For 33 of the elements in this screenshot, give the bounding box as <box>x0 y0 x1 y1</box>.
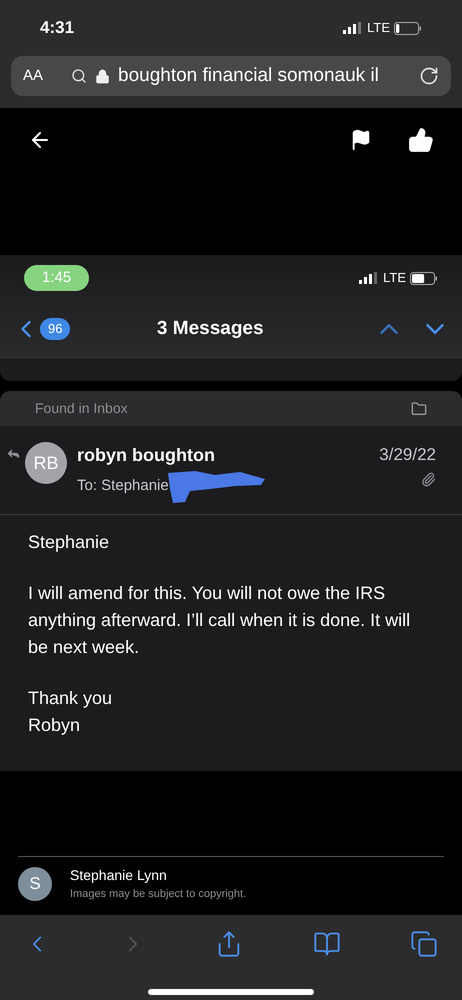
network-label: LTE <box>383 269 406 288</box>
source-avatar: S <box>18 866 52 901</box>
bookmarks-icon[interactable] <box>312 930 340 958</box>
message-paragraph: Stephanie <box>28 531 110 554</box>
battery-icon <box>394 22 422 34</box>
status-time: 4:31 <box>40 17 74 40</box>
message-paragraph: I will amend for this. You will not owe the IRS anything afterward. I’ll call when it is done. It will be next week. <box>28 582 412 659</box>
text-size-button[interactable]: AA <box>23 64 63 88</box>
search-query: boughton financial somonauk il <box>118 64 380 88</box>
call-time-pill: 1:45 <box>24 264 90 292</box>
folder-icon[interactable] <box>411 400 427 416</box>
signal-icon <box>359 272 380 284</box>
tabs-icon[interactable] <box>410 930 438 958</box>
network-label: LTE <box>367 19 390 38</box>
search-icon <box>71 68 87 84</box>
thread-title: 3 Messages <box>156 316 265 341</box>
lock-icon <box>95 68 110 84</box>
address-bar[interactable]: AA boughton financial somonauk il <box>11 56 451 96</box>
mailbox-label: Found in Inbox <box>35 399 128 418</box>
message-paragraph: Thank you Robyn <box>28 687 114 737</box>
paperclip-icon <box>421 472 436 486</box>
recipient-line: To: Stephanie <box>77 476 169 496</box>
signal-icon <box>343 22 364 34</box>
thumbs-up-icon[interactable] <box>408 127 434 153</box>
unread-badge[interactable]: 96 <box>40 318 70 340</box>
copyright-note: Images may be subject to copyright. <box>70 887 246 902</box>
reload-icon[interactable] <box>419 66 439 86</box>
message-date: 3/29/22 <box>379 444 436 466</box>
flag-icon[interactable] <box>350 129 372 151</box>
sender-name: robyn boughton <box>77 444 216 467</box>
sender-avatar: RB <box>25 442 67 484</box>
battery-icon <box>410 272 438 284</box>
source-name[interactable]: Stephanie Lynn <box>70 865 246 886</box>
